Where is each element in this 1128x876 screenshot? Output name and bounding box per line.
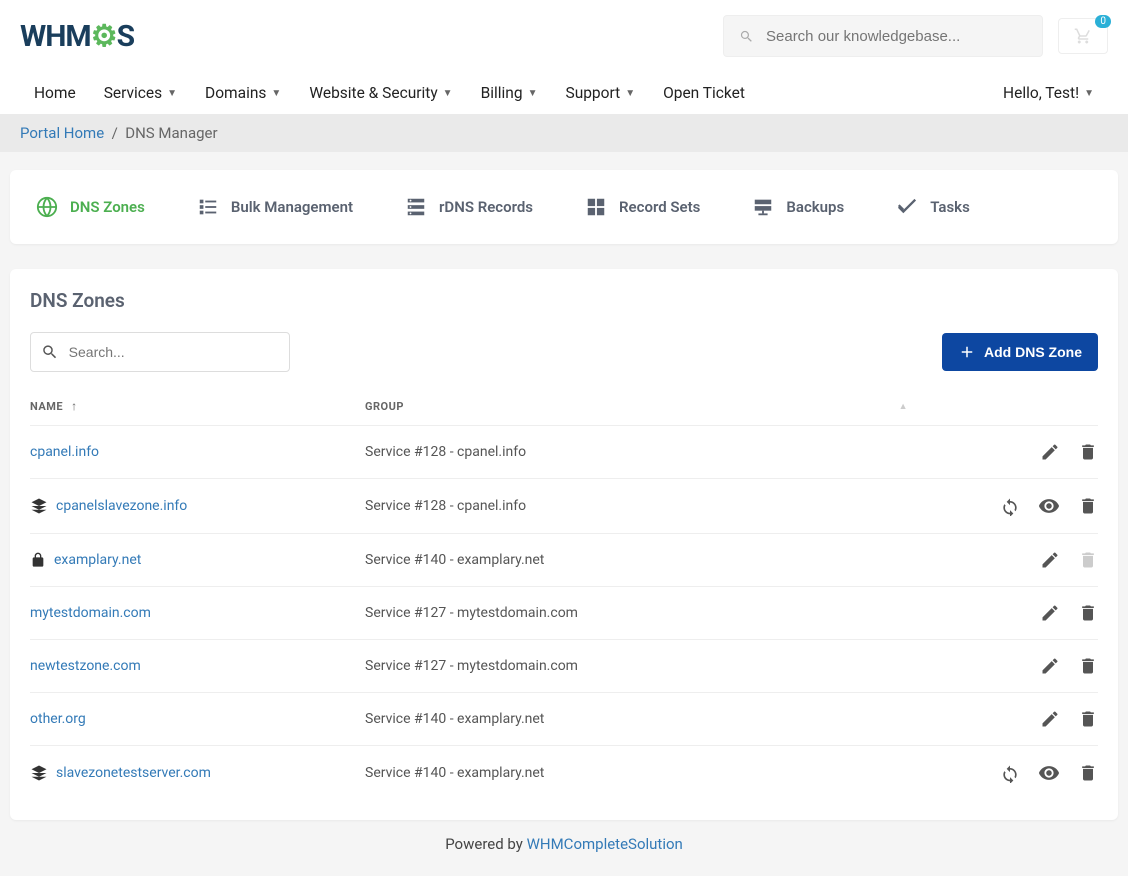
tab-rdns-records[interactable]: rDNS Records	[389, 188, 549, 226]
edit-button[interactable]	[1040, 656, 1060, 676]
tab-backups[interactable]: Backups	[736, 188, 860, 226]
zone-group: Service #127 - mytestdomain.com	[365, 605, 948, 621]
edit-button[interactable]	[1040, 550, 1060, 570]
add-dns-zone-label: Add DNS Zone	[984, 344, 1082, 360]
edit-button[interactable]	[1040, 442, 1060, 462]
delete-button[interactable]	[1078, 763, 1098, 783]
dns-tabs: DNS Zones Bulk Management rDNS Records Reco…	[10, 170, 1118, 244]
breadcrumb: Portal Home / DNS Manager	[0, 114, 1128, 152]
cart-badge: 0	[1095, 15, 1111, 28]
sort-asc-icon: ↑	[71, 399, 78, 413]
table-row: mytestdomain.com Service #127 - mytestdom…	[30, 587, 1098, 640]
delete-button[interactable]	[1078, 496, 1098, 516]
lock-icon	[30, 551, 46, 569]
zone-group: Service #127 - mytestdomain.com	[365, 658, 948, 674]
zone-link[interactable]: cpanelslavezone.info	[56, 498, 187, 514]
table-row: examplary.net Service #140 - examplary.ne…	[30, 534, 1098, 587]
tab-icon	[36, 196, 58, 218]
footer-link[interactable]: WHMCompleteSolution	[527, 835, 683, 853]
logo[interactable]: WHM⚙S	[20, 19, 134, 54]
zone-group: Service #140 - examplary.net	[365, 711, 948, 727]
zone-group: Service #140 - examplary.net	[365, 765, 948, 781]
table-header: NAME ↑ GROUP ▲	[30, 387, 1098, 426]
edit-button[interactable]	[1040, 709, 1060, 729]
zone-link[interactable]: examplary.net	[54, 552, 141, 568]
tab-icon	[896, 196, 918, 218]
view-button[interactable]	[1038, 495, 1060, 517]
tab-dns-zones[interactable]: DNS Zones	[20, 188, 161, 226]
tab-record-sets[interactable]: Record Sets	[569, 188, 716, 226]
user-menu[interactable]: Hello, Test! ▼	[989, 72, 1108, 114]
nav-item-home[interactable]: Home	[20, 72, 90, 114]
zone-group: Service #128 - cpanel.info	[365, 444, 948, 460]
zone-link[interactable]: mytestdomain.com	[30, 605, 151, 621]
zone-group: Service #140 - examplary.net	[365, 552, 948, 568]
main-nav: HomeServices ▼Domains ▼Website & Securit…	[20, 72, 759, 114]
tab-icon	[752, 196, 774, 218]
nav-item-domains[interactable]: Domains ▼	[191, 72, 295, 114]
cart-button[interactable]: 0	[1058, 18, 1108, 54]
zone-link[interactable]: slavezonetestserver.com	[56, 765, 211, 781]
dns-zones-panel: DNS Zones Add DNS Zone NAME ↑ GROUP ▲ cp…	[10, 269, 1118, 820]
col-name-header[interactable]: NAME ↑	[30, 399, 365, 413]
kb-search[interactable]	[723, 15, 1043, 57]
nav-item-billing[interactable]: Billing ▼	[467, 72, 552, 114]
edit-button[interactable]	[1040, 603, 1060, 623]
chevron-down-icon: ▼	[528, 88, 538, 99]
delete-button	[1078, 550, 1098, 570]
zone-search[interactable]	[30, 332, 290, 372]
delete-button[interactable]	[1078, 442, 1098, 462]
nav-item-website-security[interactable]: Website & Security ▼	[295, 72, 466, 114]
breadcrumb-home[interactable]: Portal Home	[20, 124, 104, 142]
tab-tasks[interactable]: Tasks	[880, 188, 986, 226]
add-dns-zone-button[interactable]: Add DNS Zone	[942, 333, 1098, 371]
delete-button[interactable]	[1078, 656, 1098, 676]
zone-link[interactable]: cpanel.info	[30, 444, 99, 460]
chevron-down-icon: ▼	[167, 88, 177, 99]
refresh-button[interactable]	[1000, 496, 1020, 516]
breadcrumb-current: DNS Manager	[125, 124, 217, 142]
zone-search-input[interactable]	[69, 344, 279, 360]
panel-title: DNS Zones	[30, 289, 1098, 312]
zone-link[interactable]: other.org	[30, 711, 86, 727]
search-icon	[739, 29, 754, 44]
search-icon	[41, 342, 59, 362]
chevron-down-icon: ▼	[1084, 88, 1094, 99]
layers-icon	[30, 497, 48, 515]
col-group-header[interactable]: GROUP ▲	[365, 399, 948, 413]
table-row: other.org Service #140 - examplary.net	[30, 693, 1098, 746]
nav-item-open-ticket[interactable]: Open Ticket	[649, 72, 759, 114]
tab-bulk-management[interactable]: Bulk Management	[181, 188, 369, 226]
refresh-button[interactable]	[1000, 763, 1020, 783]
chevron-down-icon: ▼	[271, 88, 281, 99]
tab-icon	[585, 196, 607, 218]
footer: Powered by WHMCompleteSolution	[10, 820, 1118, 858]
zone-link[interactable]: newtestzone.com	[30, 658, 141, 674]
table-row: cpanel.info Service #128 - cpanel.info	[30, 426, 1098, 479]
delete-button[interactable]	[1078, 709, 1098, 729]
user-greeting-label: Hello, Test!	[1003, 84, 1079, 102]
table-row: cpanelslavezone.info Service #128 - cpane…	[30, 479, 1098, 534]
view-button[interactable]	[1038, 762, 1060, 784]
nav-item-services[interactable]: Services ▼	[90, 72, 191, 114]
sort-icon: ▲	[899, 401, 908, 412]
delete-button[interactable]	[1078, 603, 1098, 623]
plus-icon	[958, 343, 976, 361]
table-row: newtestzone.com Service #127 - mytestdoma…	[30, 640, 1098, 693]
table-row: slavezonetestserver.com Service #140 - ex…	[30, 746, 1098, 800]
zone-group: Service #128 - cpanel.info	[365, 498, 948, 514]
layers-icon	[30, 764, 48, 782]
chevron-down-icon: ▼	[625, 88, 635, 99]
chevron-down-icon: ▼	[443, 88, 453, 99]
kb-search-input[interactable]	[766, 28, 1027, 45]
tab-icon	[197, 196, 219, 218]
nav-item-support[interactable]: Support ▼	[551, 72, 649, 114]
tab-icon	[405, 196, 427, 218]
